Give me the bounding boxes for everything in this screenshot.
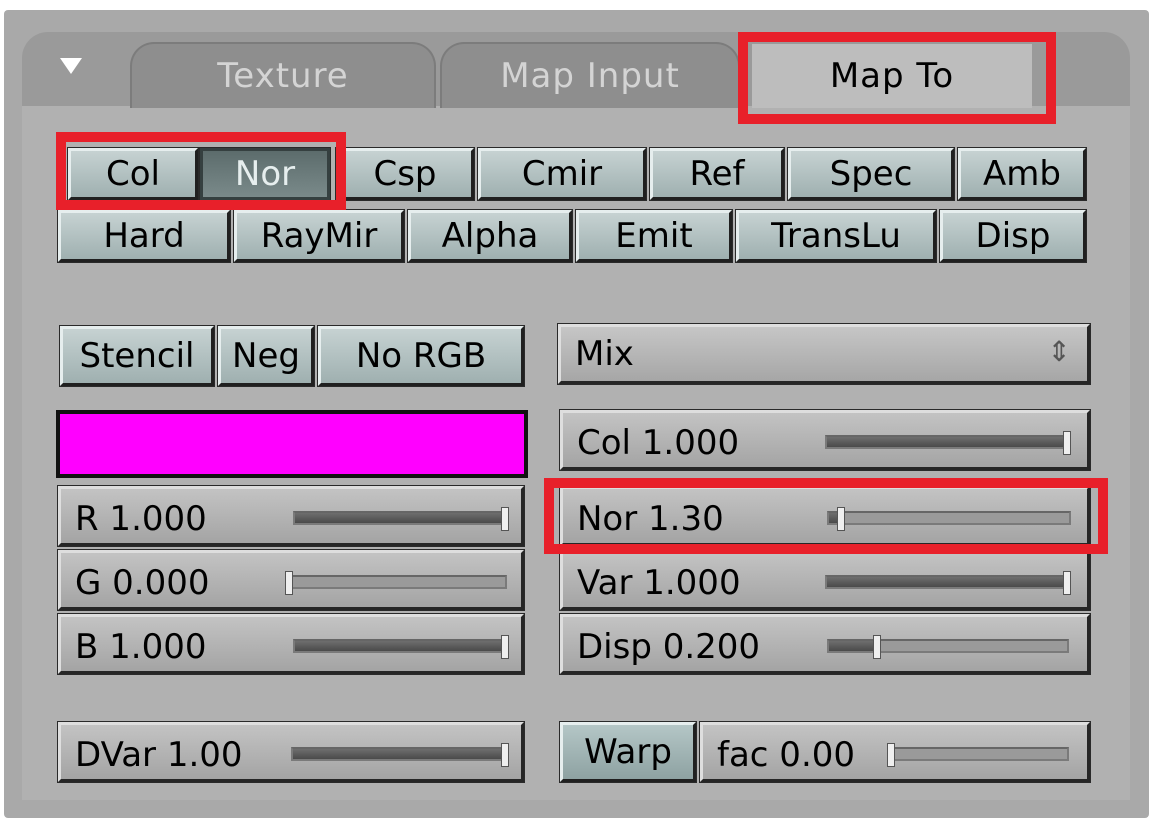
- tab-texture-label: Texture: [217, 56, 349, 96]
- dvar-slider-track: [291, 743, 509, 767]
- r-slider-track: [293, 507, 509, 531]
- neg-label: Neg: [232, 336, 300, 376]
- b-slider[interactable]: B 1.000: [57, 613, 525, 675]
- b-slider-knob[interactable]: [501, 635, 509, 659]
- tab-map-to[interactable]: Map To: [752, 44, 1032, 108]
- map-cmir-button[interactable]: Cmir: [477, 147, 647, 201]
- b-slider-label: B 1.000: [75, 627, 207, 667]
- map-nor-button[interactable]: Nor: [199, 147, 331, 201]
- map-col-label: Col: [106, 154, 160, 194]
- map-csp-label: Csp: [373, 154, 437, 194]
- map-cmir-label: Cmir: [521, 154, 603, 194]
- r-slider-knob[interactable]: [501, 507, 509, 531]
- nor-strength-label: Nor 1.30: [577, 499, 724, 539]
- r-slider-fill: [295, 513, 505, 523]
- dvar-slider-knob[interactable]: [501, 743, 509, 767]
- map-ref-label: Ref: [689, 154, 745, 194]
- col-strength-track: [825, 431, 1071, 455]
- col-strength-fill: [827, 437, 1067, 447]
- map-disp-button[interactable]: Disp: [939, 209, 1087, 263]
- map-translu-button[interactable]: TransLu: [735, 209, 937, 263]
- color-swatch[interactable]: [56, 410, 528, 478]
- b-slider-fill: [295, 641, 505, 651]
- g-slider[interactable]: G 0.000: [57, 549, 525, 611]
- disp-strength-label: Disp 0.200: [577, 627, 761, 667]
- warp-button[interactable]: Warp: [559, 721, 697, 783]
- map-emit-button[interactable]: Emit: [575, 209, 733, 263]
- g-slider-track: [285, 571, 507, 595]
- var-strength-knob[interactable]: [1063, 571, 1071, 595]
- fac-slider[interactable]: fac 0.00: [699, 721, 1091, 783]
- map-disp-label: Disp: [975, 216, 1051, 256]
- tab-map-input-label: Map Input: [500, 56, 680, 96]
- warp-label: Warp: [584, 732, 672, 772]
- no-rgb-button[interactable]: No RGB: [317, 325, 525, 387]
- var-strength-track: [825, 571, 1071, 595]
- map-amb-button[interactable]: Amb: [957, 147, 1087, 201]
- map-raymir-label: RayMir: [260, 216, 378, 256]
- neg-button[interactable]: Neg: [217, 325, 315, 387]
- map-amb-label: Amb: [983, 154, 1061, 194]
- map-ref-button[interactable]: Ref: [649, 147, 785, 201]
- nor-strength-slider[interactable]: Nor 1.30: [559, 485, 1091, 547]
- fac-slider-label: fac 0.00: [717, 735, 856, 775]
- fac-slider-knob[interactable]: [887, 743, 895, 767]
- map-col-button[interactable]: Col: [67, 147, 199, 201]
- col-strength-label: Col 1.000: [577, 423, 740, 463]
- var-strength-label: Var 1.000: [577, 563, 741, 603]
- tab-texture[interactable]: Texture: [130, 42, 436, 108]
- map-translu-label: TransLu: [771, 216, 901, 256]
- map-alpha-button[interactable]: Alpha: [407, 209, 573, 263]
- map-raymir-button[interactable]: RayMir: [233, 209, 405, 263]
- r-slider[interactable]: R 1.000: [57, 485, 525, 547]
- tab-map-to-label: Map To: [829, 56, 955, 96]
- disp-strength-knob[interactable]: [872, 635, 881, 659]
- g-slider-knob[interactable]: [285, 571, 293, 595]
- map-spec-button[interactable]: Spec: [787, 147, 955, 201]
- col-strength-slider[interactable]: Col 1.000: [559, 409, 1091, 471]
- dvar-slider-label: DVar 1.00: [75, 735, 243, 775]
- stencil-button[interactable]: Stencil: [59, 325, 215, 387]
- map-csp-button[interactable]: Csp: [335, 147, 475, 201]
- dropdown-arrows-icon: ⇕: [1047, 335, 1071, 368]
- map-emit-label: Emit: [615, 216, 693, 256]
- col-strength-knob[interactable]: [1063, 431, 1071, 455]
- nor-strength-track: [827, 507, 1071, 531]
- dvar-slider-fill: [293, 749, 505, 759]
- nor-strength-knob[interactable]: [837, 507, 845, 531]
- tab-map-input[interactable]: Map Input: [440, 42, 740, 108]
- disp-strength-track: [827, 635, 1069, 659]
- no-rgb-label: No RGB: [355, 336, 487, 376]
- r-slider-label: R 1.000: [75, 499, 207, 539]
- collapse-triangle-icon[interactable]: [60, 58, 82, 74]
- fac-slider-track: [887, 743, 1069, 767]
- b-slider-track: [293, 635, 509, 659]
- map-hard-button[interactable]: Hard: [57, 209, 231, 263]
- dvar-slider[interactable]: DVar 1.00: [57, 721, 525, 783]
- blend-mode-value: Mix: [575, 334, 634, 374]
- disp-strength-fill: [829, 641, 877, 651]
- map-nor-label: Nor: [234, 154, 296, 194]
- var-strength-slider[interactable]: Var 1.000: [559, 549, 1091, 611]
- map-hard-label: Hard: [103, 216, 185, 256]
- disp-strength-slider[interactable]: Disp 0.200: [559, 613, 1091, 675]
- var-strength-fill: [827, 577, 1067, 587]
- g-slider-label: G 0.000: [75, 563, 210, 603]
- stencil-label: Stencil: [79, 336, 195, 376]
- blend-mode-dropdown[interactable]: Mix ⇕: [557, 323, 1091, 385]
- map-spec-label: Spec: [829, 154, 913, 194]
- map-alpha-label: Alpha: [441, 216, 539, 256]
